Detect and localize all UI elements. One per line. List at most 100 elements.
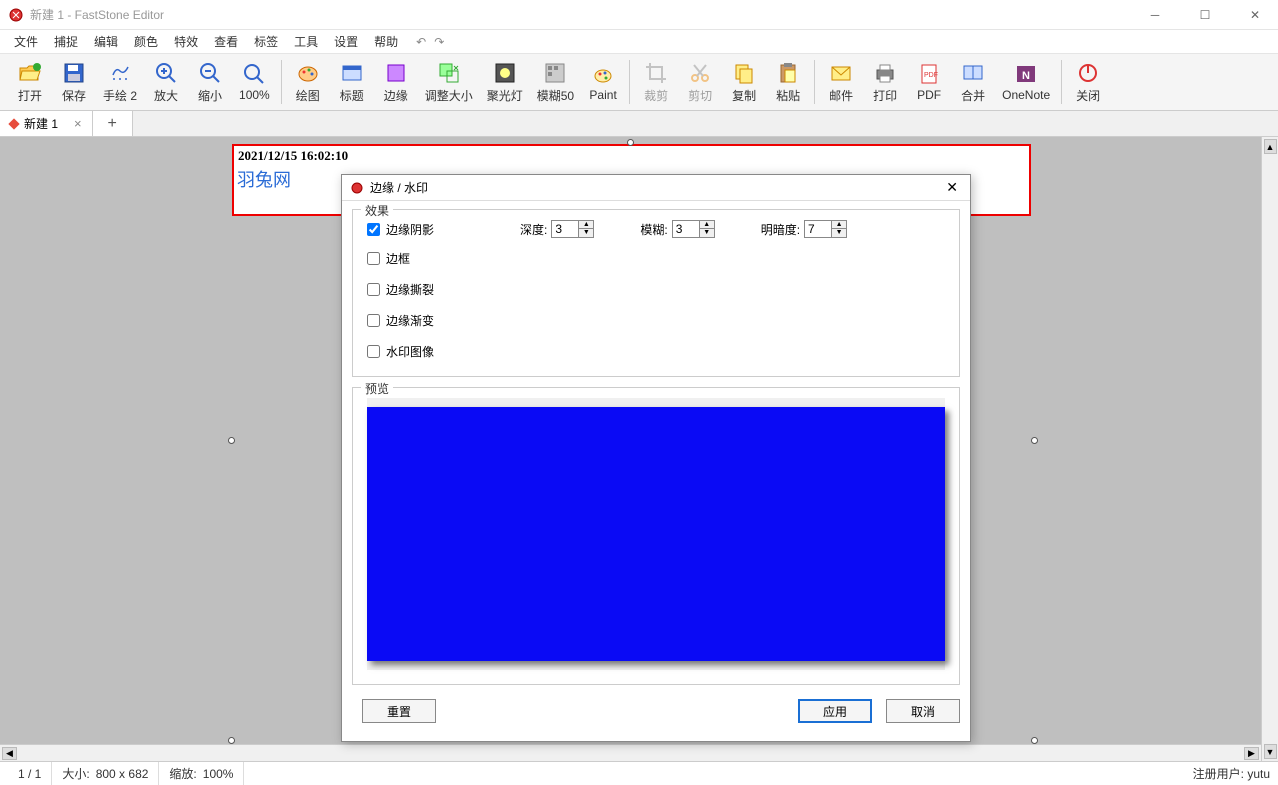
dialog-title: 边缘 / 水印: [370, 179, 942, 196]
pdf-icon: PDF: [917, 62, 941, 86]
selection-handle[interactable]: [627, 139, 634, 146]
redo-icon[interactable]: ↷: [434, 35, 444, 49]
menu-view[interactable]: 查看: [206, 31, 246, 52]
draw-button[interactable]: 绘图: [286, 56, 330, 108]
spin-down-icon[interactable]: ▼: [579, 229, 593, 237]
selection-handle[interactable]: [228, 737, 235, 744]
onenote-icon: N: [1014, 62, 1038, 86]
horizontal-scrollbar[interactable]: ◀ ▶: [0, 744, 1261, 761]
blur-input[interactable]: [672, 220, 700, 238]
merge-button[interactable]: 合并: [951, 56, 995, 108]
zoom-in-button[interactable]: 放大: [144, 56, 188, 108]
preview-legend: 预览: [361, 380, 393, 397]
depth-spinner[interactable]: ▲▼: [551, 220, 594, 238]
clipboard-icon: [776, 61, 800, 85]
blur-icon: [543, 61, 567, 85]
new-tab-button[interactable]: +: [93, 111, 133, 136]
watermark-checkbox[interactable]: [367, 345, 380, 358]
scroll-up-icon[interactable]: ▲: [1264, 139, 1277, 154]
sparkle-icon: [108, 61, 132, 85]
onenote-button[interactable]: NOneNote: [995, 56, 1057, 108]
selection-handle[interactable]: [1031, 737, 1038, 744]
power-icon: [1076, 61, 1100, 85]
spin-up-icon[interactable]: ▲: [832, 221, 846, 229]
menu-tag[interactable]: 标签: [246, 31, 286, 52]
menu-file[interactable]: 文件: [6, 31, 46, 52]
paint-button[interactable]: Paint: [581, 56, 625, 108]
selection-handle[interactable]: [228, 437, 235, 444]
user-indicator: 注册用户: yutu: [1193, 765, 1270, 782]
close-window-button[interactable]: ✕: [1240, 5, 1270, 25]
copy-button[interactable]: 复制: [722, 56, 766, 108]
menu-help[interactable]: 帮助: [366, 31, 406, 52]
mail-icon: [829, 61, 853, 85]
blur-label: 模糊:: [640, 221, 667, 238]
bright-spinner[interactable]: ▲▼: [804, 220, 847, 238]
paste-button[interactable]: 粘贴: [766, 56, 810, 108]
minimize-button[interactable]: ─: [1140, 5, 1170, 25]
spin-down-icon[interactable]: ▼: [832, 229, 846, 237]
toolbar-separator: [281, 60, 282, 104]
mail-button[interactable]: 邮件: [819, 56, 863, 108]
menu-settings[interactable]: 设置: [326, 31, 366, 52]
open-button[interactable]: 打开: [8, 56, 52, 108]
document-tab[interactable]: 新建 1 ×: [0, 111, 93, 136]
depth-input[interactable]: [551, 220, 579, 238]
border-checkbox[interactable]: [367, 252, 380, 265]
reset-button[interactable]: 重置: [362, 699, 436, 723]
merge-icon: [961, 61, 985, 85]
scissors-icon: [688, 61, 712, 85]
freehand-button[interactable]: 手绘 2: [96, 56, 144, 108]
crop-icon: [644, 61, 668, 85]
spin-down-icon[interactable]: ▼: [700, 229, 714, 237]
caption-button[interactable]: 标题: [330, 56, 374, 108]
spotlight-button[interactable]: 聚光灯: [480, 56, 530, 108]
close-button[interactable]: 关闭: [1066, 56, 1110, 108]
shadow-checkbox[interactable]: [367, 223, 380, 236]
menu-tool[interactable]: 工具: [286, 31, 326, 52]
copy-icon: [732, 61, 756, 85]
border-label: 边框: [386, 250, 410, 267]
dialog-titlebar[interactable]: 边缘 / 水印 ✕: [342, 175, 970, 201]
preview-fieldset: 预览: [352, 387, 960, 685]
cancel-button[interactable]: 取消: [886, 699, 960, 723]
selection-handle[interactable]: [1031, 437, 1038, 444]
menu-effect[interactable]: 特效: [166, 31, 206, 52]
fade-checkbox[interactable]: [367, 314, 380, 327]
shadow-label: 边缘阴影: [386, 221, 434, 238]
zoom-100-button[interactable]: 100%: [232, 56, 277, 108]
edge-button[interactable]: 边缘: [374, 56, 418, 108]
zoom-out-icon: [198, 61, 222, 85]
folder-open-icon: [18, 61, 42, 85]
zoom-indicator: 缩放:100%: [159, 762, 244, 785]
scroll-left-icon[interactable]: ◀: [2, 747, 17, 760]
scroll-down-icon[interactable]: ▼: [1264, 744, 1277, 759]
resize-button[interactable]: 调整大小: [418, 56, 480, 108]
effects-fieldset: 效果 边缘阴影 深度: ▲▼ 模糊:: [352, 209, 960, 377]
zoom-out-button[interactable]: 缩小: [188, 56, 232, 108]
scroll-right-icon[interactable]: ▶: [1244, 747, 1259, 760]
vertical-scrollbar[interactable]: ▲ ▼: [1261, 137, 1278, 761]
menu-color[interactable]: 颜色: [126, 31, 166, 52]
tear-checkbox[interactable]: [367, 283, 380, 296]
spin-up-icon[interactable]: ▲: [579, 221, 593, 229]
bright-input[interactable]: [804, 220, 832, 238]
maximize-button[interactable]: ☐: [1190, 5, 1220, 25]
blur-button[interactable]: 模糊50: [530, 56, 581, 108]
dialog-close-button[interactable]: ✕: [942, 179, 962, 196]
apply-button[interactable]: 应用: [798, 699, 872, 723]
spin-up-icon[interactable]: ▲: [700, 221, 714, 229]
tab-close-icon[interactable]: ×: [74, 116, 82, 131]
tab-bar: 新建 1 × +: [0, 111, 1278, 137]
pdf-button[interactable]: PDFPDF: [907, 56, 951, 108]
bright-label: 明暗度:: [761, 221, 800, 238]
menu-edit[interactable]: 编辑: [86, 31, 126, 52]
print-button[interactable]: 打印: [863, 56, 907, 108]
menu-capture[interactable]: 捕捉: [46, 31, 86, 52]
palette-icon: [296, 61, 320, 85]
blur-spinner[interactable]: ▲▼: [672, 220, 715, 238]
title-bar: 新建 1 - FastStone Editor ─ ☐ ✕: [0, 0, 1278, 30]
save-button[interactable]: 保存: [52, 56, 96, 108]
undo-icon[interactable]: ↶: [416, 35, 426, 49]
svg-text:PDF: PDF: [924, 72, 938, 79]
